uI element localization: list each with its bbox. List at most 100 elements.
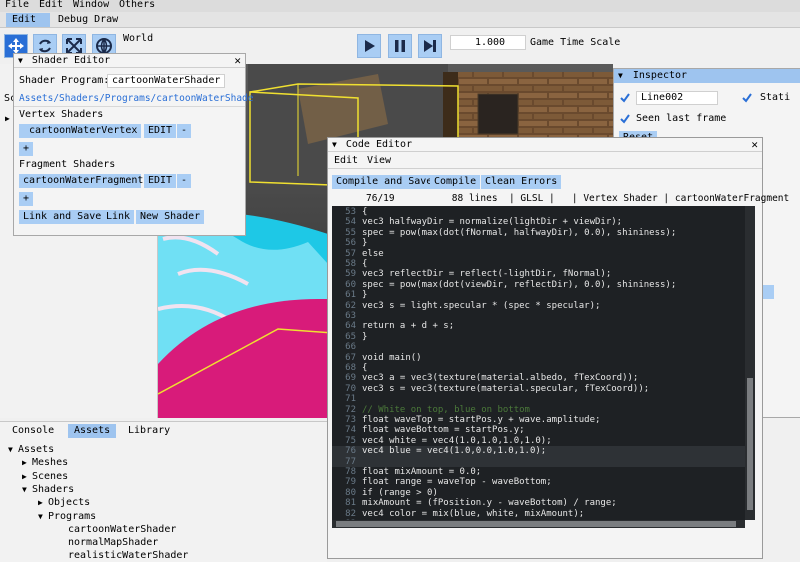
menu-others[interactable]: Others <box>119 0 155 10</box>
pause-button[interactable] <box>388 34 412 58</box>
code-line[interactable]: 68 { <box>332 363 745 373</box>
code-horizontal-scrollbar[interactable] <box>332 520 745 528</box>
inspector-title-bar[interactable]: ▼ Inspector <box>614 69 800 83</box>
tree-item[interactable]: ▶ Objects <box>38 497 90 509</box>
fragment-edit-button[interactable]: EDIT <box>144 174 177 188</box>
tree-item[interactable]: ▼ Programs <box>38 511 96 523</box>
code-line[interactable]: 77 <box>332 456 745 467</box>
chevron-down-icon[interactable]: ▼ <box>38 511 48 523</box>
code-line[interactable]: 63 <box>332 311 745 321</box>
clean-errors-button[interactable]: Clean Errors <box>481 175 562 189</box>
close-icon[interactable]: ✕ <box>234 54 241 67</box>
code-text-area[interactable]: 53 {54 vec3 halfwayDir = normalize(lightDi… <box>332 206 745 520</box>
code-line[interactable]: 74 float waveBottom = startPos.y; <box>332 425 745 435</box>
tree-item[interactable]: ▼ Assets <box>8 444 54 456</box>
vertex-shader-item[interactable]: cartoonWaterVertex <box>19 124 141 138</box>
line-text: float waveBottom = startPos.y; <box>362 425 525 436</box>
code-line[interactable]: 62 vec3 s = light.specular * (spec * spec… <box>332 301 745 311</box>
code-editor-title-bar[interactable]: ▼ Code Editor ✕ <box>328 138 762 152</box>
vertex-add-button[interactable]: + <box>19 142 34 156</box>
compile-button[interactable]: Compile <box>430 175 481 189</box>
code-line[interactable]: 67 void main() <box>332 353 745 363</box>
inspector-slider-handle[interactable] <box>762 285 774 299</box>
fragment-shader-item[interactable]: cartoonWaterFragment <box>19 174 143 188</box>
code-line[interactable]: 76 vec4 blue = vec4(1.0,0.0,1.0,1.0); <box>332 446 745 457</box>
chevron-right-icon[interactable]: ▶ <box>38 497 48 509</box>
link-and-save-button[interactable]: Link and Save <box>19 210 106 224</box>
code-line[interactable]: 60 spec = pow(max(dot(viewDir, reflectDir… <box>332 280 745 290</box>
code-line[interactable]: 80 if (range > 0) <box>332 488 745 498</box>
code-vertical-scrollbar[interactable] <box>745 206 755 520</box>
close-icon[interactable]: ✕ <box>751 138 758 151</box>
code-line[interactable]: 70 vec3 s = vec3(texture(material.specula… <box>332 384 745 394</box>
shader-program-path-link[interactable]: Assets/Shaders/Programs/cartoonWaterShad… <box>19 93 254 104</box>
tab-console[interactable]: Console <box>6 424 60 438</box>
code-line[interactable]: 81 mixAmount = (fPosition.y - waveBottom)… <box>332 498 745 508</box>
tree-item[interactable]: ▶ Meshes <box>22 457 68 469</box>
tree-item[interactable]: ▼ Shaders <box>22 484 74 496</box>
code-line[interactable]: 79 float range = waveTop - waveBottom; <box>332 477 745 487</box>
tree-item[interactable]: cartoonWaterShader <box>58 524 176 536</box>
tab-debug-draw[interactable]: Debug Draw <box>52 13 124 27</box>
play-button[interactable] <box>357 34 381 58</box>
scrollbar-thumb[interactable] <box>747 378 753 510</box>
shader-editor-title-bar[interactable]: ▼ Shader Editor ✕ <box>14 54 245 68</box>
bottom-panel: Console Assets Library ▼ Assets ▶ Meshes ▶ Sc… <box>0 421 327 562</box>
code-menu-edit[interactable]: Edit <box>334 155 358 166</box>
scrollbar-thumb[interactable] <box>336 521 736 527</box>
transform-space-label: World <box>123 33 154 44</box>
chevron-down-icon[interactable]: ▼ <box>8 444 18 456</box>
static-checkbox-check-icon[interactable] <box>741 92 753 104</box>
vertex-remove-button[interactable]: - <box>177 124 192 138</box>
seen-checkbox-check-icon[interactable] <box>619 113 631 125</box>
code-line[interactable]: 55 spec = pow(max(dot(fNormal, halfwayDir… <box>332 228 745 238</box>
active-checkbox-check-icon[interactable] <box>619 92 631 104</box>
collapse-arrow-icon[interactable]: ▼ <box>18 56 23 65</box>
collapse-arrow-icon[interactable]: ▼ <box>618 71 623 80</box>
tree-item[interactable]: normalMapShader <box>58 537 158 549</box>
code-line[interactable]: 78 float mixAmount = 0.0; <box>332 467 745 477</box>
chevron-right-icon[interactable]: ▶ <box>5 114 10 123</box>
tab-library[interactable]: Library <box>122 424 176 438</box>
step-forward-icon <box>424 40 436 52</box>
line-text: { <box>362 259 368 269</box>
code-line[interactable]: 72 // White on top, blue on bottom <box>332 405 745 415</box>
code-line[interactable]: 61} <box>332 290 745 300</box>
tab-edit[interactable]: Edit <box>6 13 50 27</box>
chevron-right-icon[interactable]: ▶ <box>22 471 32 483</box>
fragment-remove-button[interactable]: - <box>177 174 192 188</box>
code-line[interactable]: 69 vec3 a = vec3(texture(material.albedo,… <box>332 373 745 383</box>
shader-program-input[interactable]: cartoonWaterShader <box>107 74 225 88</box>
menu-file[interactable]: File <box>5 0 29 10</box>
menu-window[interactable]: Window <box>73 0 109 10</box>
time-scale-input[interactable]: 1.000 <box>450 35 526 50</box>
tree-item[interactable]: realisticWaterShader <box>58 550 188 562</box>
code-line[interactable]: 58 { <box>332 259 745 269</box>
code-line[interactable]: 73 float waveTop = startPos.y + wave.ampl… <box>332 415 745 425</box>
code-line[interactable]: 54 vec3 halfwayDir = normalize(lightDir +… <box>332 217 745 227</box>
code-line[interactable]: 57 else <box>332 249 745 259</box>
code-line[interactable]: 56} <box>332 238 745 248</box>
code-line[interactable]: 59 vec3 reflectDir = reflect(-lightDir, f… <box>332 269 745 279</box>
code-line[interactable]: 71 <box>332 394 745 404</box>
object-name-input[interactable]: Line002 <box>636 91 718 105</box>
new-shader-button[interactable]: New Shader <box>136 210 205 224</box>
code-menu-view[interactable]: View <box>367 155 391 166</box>
code-line[interactable]: 65} <box>332 332 745 342</box>
code-line[interactable]: 64 return a + d + s; <box>332 321 745 331</box>
tab-assets[interactable]: Assets <box>68 424 117 438</box>
link-button[interactable]: Link <box>102 210 135 224</box>
menu-edit[interactable]: Edit <box>39 0 63 10</box>
compile-and-save-button[interactable]: Compile and Save <box>332 175 437 189</box>
tree-item[interactable]: ▶ Scenes <box>22 471 68 483</box>
code-line[interactable]: 53 { <box>332 207 745 217</box>
code-line[interactable]: 66 <box>332 342 745 352</box>
fragment-add-button[interactable]: + <box>19 192 34 206</box>
step-button[interactable] <box>418 34 442 58</box>
code-line[interactable]: 82 vec4 color = mix(blue, white, mixAmoun… <box>332 509 745 519</box>
collapse-arrow-icon[interactable]: ▼ <box>332 140 337 149</box>
vertex-edit-button[interactable]: EDIT <box>144 124 177 138</box>
chevron-right-icon[interactable]: ▶ <box>22 457 32 469</box>
chevron-down-icon[interactable]: ▼ <box>22 484 32 496</box>
code-line[interactable]: 75 vec4 white = vec4(1.0,1.0,1.0,1.0); <box>332 436 745 446</box>
